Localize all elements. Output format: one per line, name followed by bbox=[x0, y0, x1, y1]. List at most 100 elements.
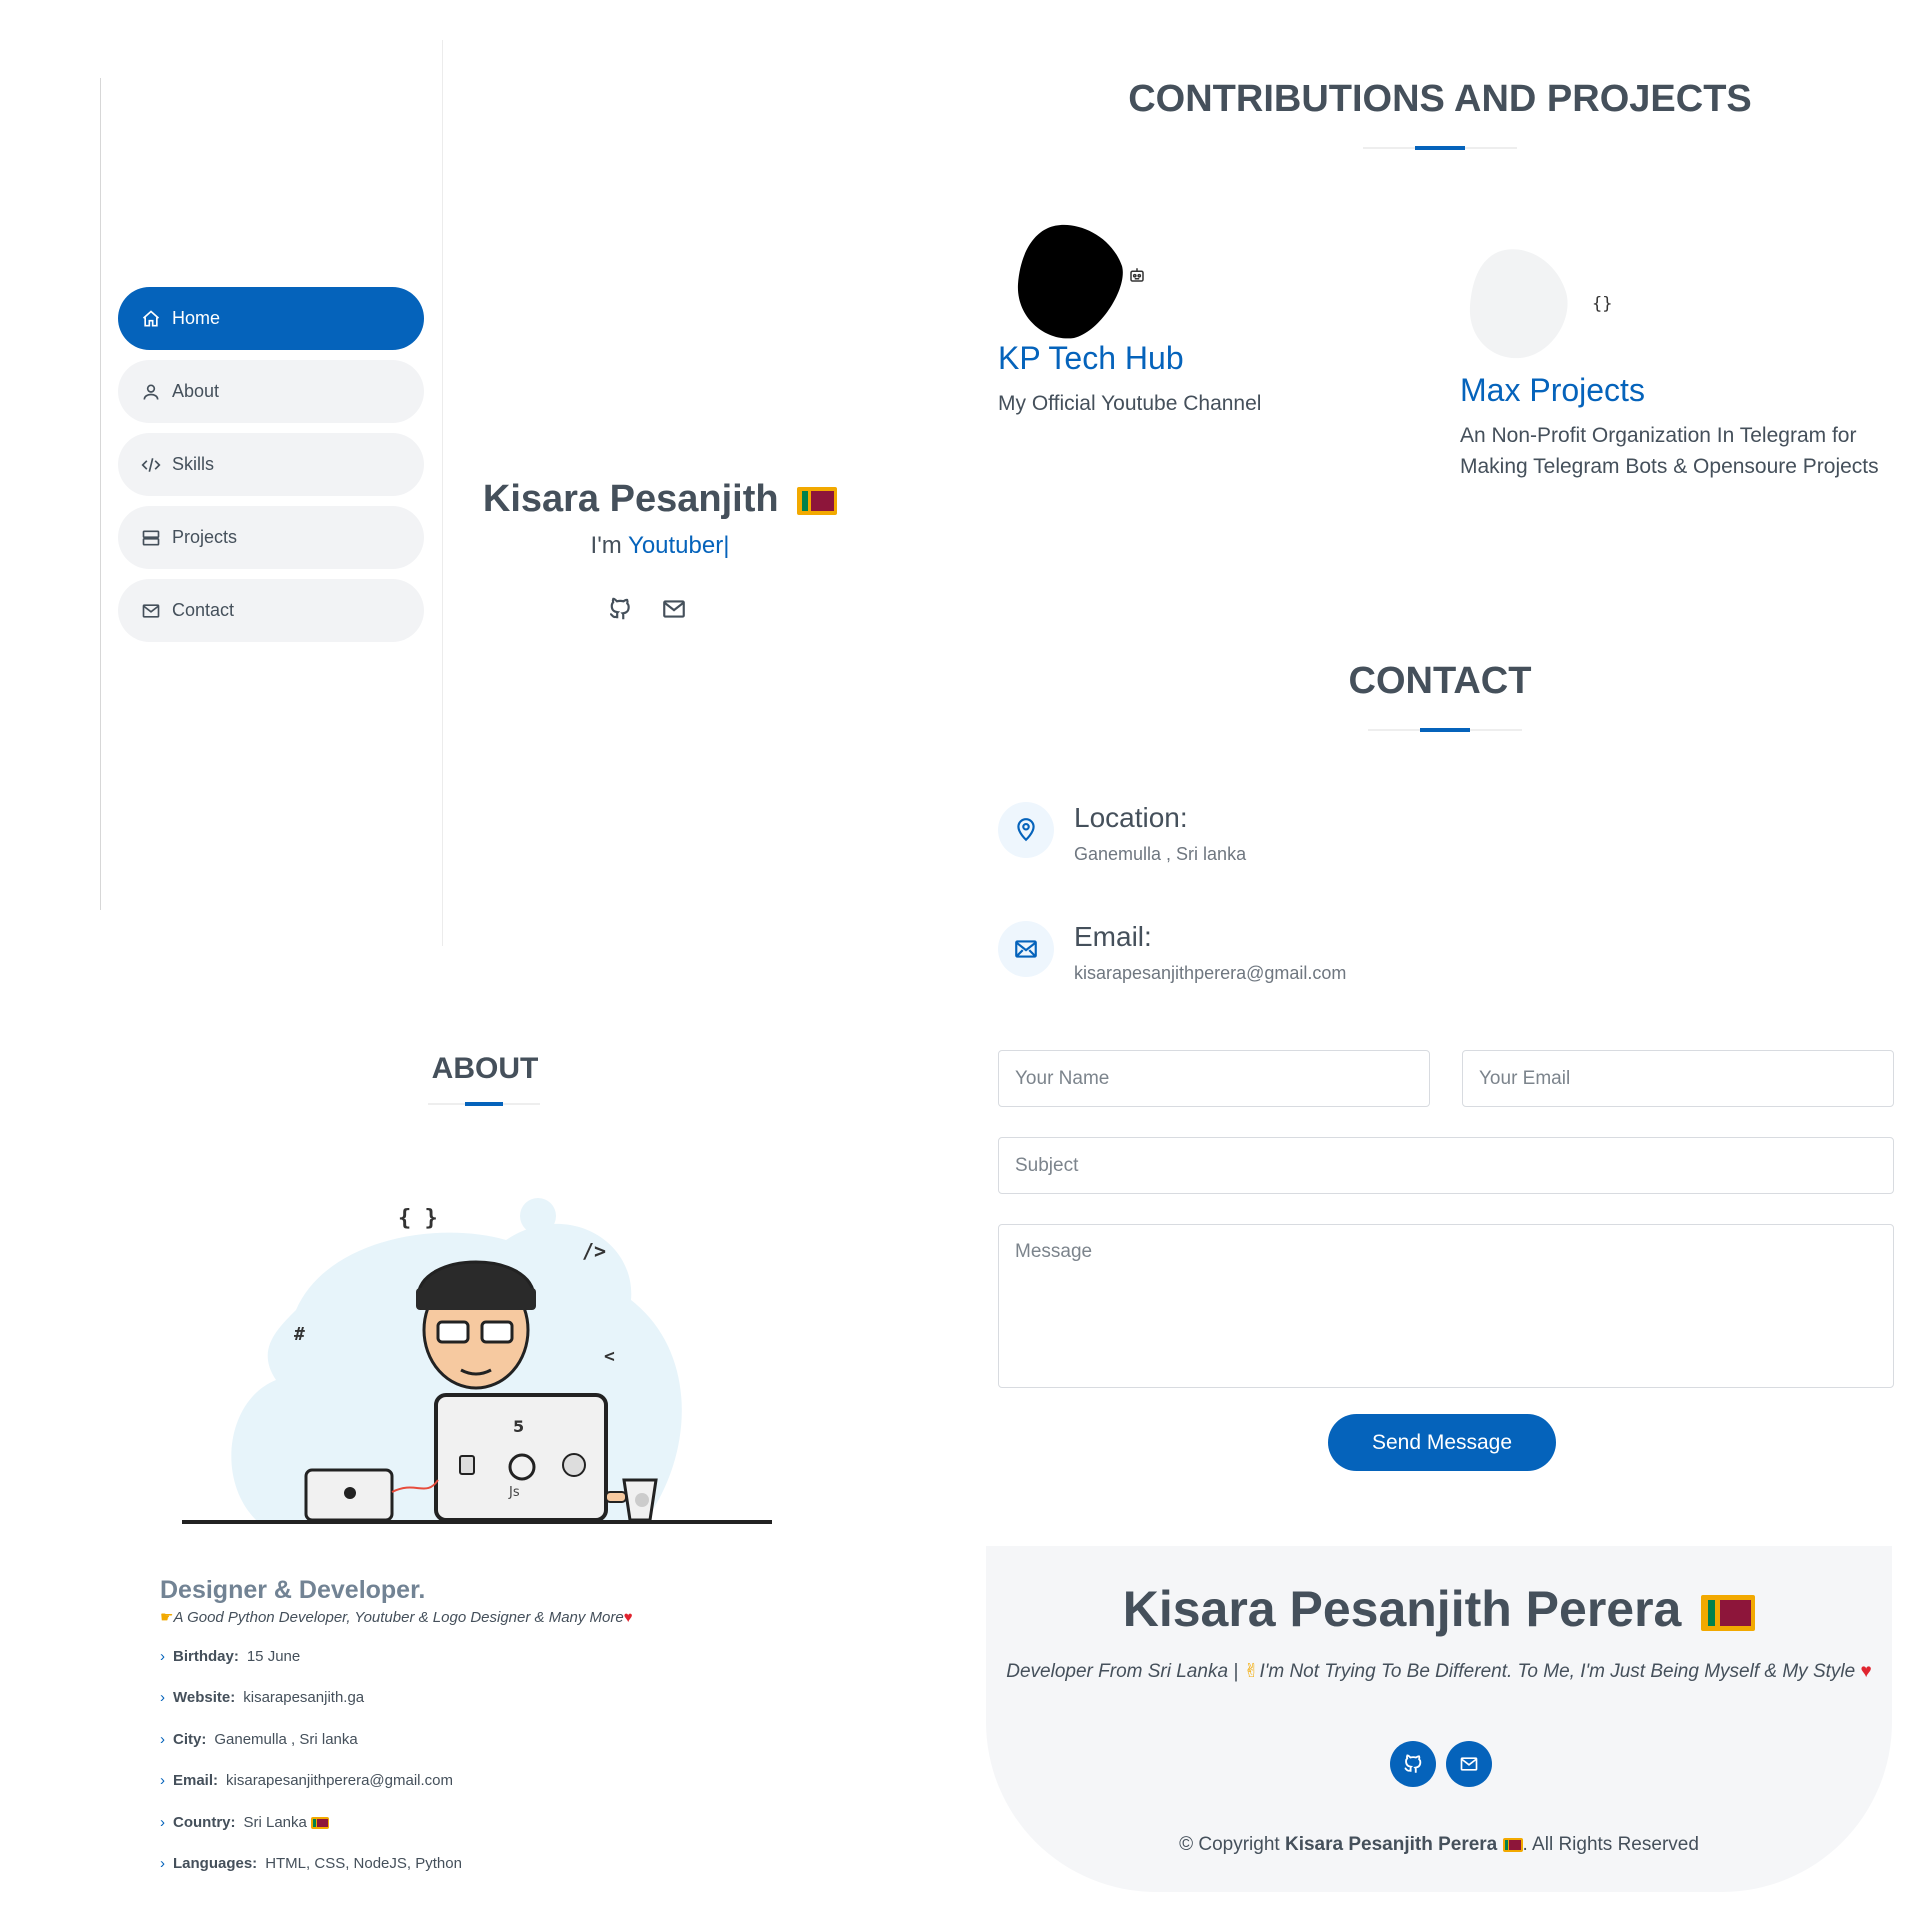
footer-quote-part1: Developer From Sri Lanka | bbox=[1006, 1661, 1239, 1682]
github-icon bbox=[1404, 1754, 1422, 1773]
sri-lanka-flag-icon bbox=[797, 486, 838, 515]
name-input[interactable] bbox=[998, 1050, 1430, 1107]
email-value: kisarapesanjithperera@gmail.com bbox=[1074, 963, 1347, 983]
location-value: Ganemulla , Sri lanka bbox=[1074, 844, 1247, 864]
envelope-icon bbox=[663, 600, 685, 618]
kp-tech-hub-logo bbox=[1010, 222, 1130, 345]
footer-quote-part2: I'm Not Trying To Be Different. To Me, I… bbox=[1259, 1661, 1856, 1682]
detail-birthday: › Birthday: 15 June bbox=[160, 1648, 300, 1665]
chevron-right-icon: › bbox=[160, 1689, 165, 1706]
project-title-max-projects[interactable]: Max Projects bbox=[1460, 372, 1645, 409]
hero-name: Kisara Pesanjith bbox=[430, 478, 890, 521]
sri-lanka-flag-icon bbox=[311, 1817, 330, 1830]
location-icon bbox=[998, 802, 1054, 858]
nav-label: Contact bbox=[172, 600, 235, 620]
copyright: © Copyright Kisara Pesanjith Perera . Al… bbox=[986, 1834, 1892, 1856]
about-section-title: ABOUT bbox=[431, 1052, 539, 1085]
projects-title-underline bbox=[1363, 146, 1517, 150]
github-link[interactable] bbox=[607, 596, 633, 622]
about-heading: Designer & Developer. bbox=[160, 1576, 426, 1604]
victory-hand-icon: ✌ bbox=[1243, 1661, 1260, 1682]
envelope-icon bbox=[1460, 1757, 1478, 1771]
detail-value: 15 June bbox=[246, 1648, 301, 1665]
email-link[interactable] bbox=[661, 596, 687, 622]
detail-website: › Website: kisarapesanjith.ga bbox=[160, 1689, 364, 1706]
pointing-hand-icon: ☛ bbox=[160, 1609, 174, 1626]
braces-icon: {} bbox=[1592, 294, 1613, 314]
detail-value: Sri Lanka bbox=[243, 1814, 307, 1831]
hero-typed-text: Youtuber| bbox=[628, 532, 730, 559]
projects-section-title: CONTRIBUTIONS AND PROJECTS bbox=[1128, 78, 1752, 120]
nav-label: Projects bbox=[172, 527, 238, 547]
chevron-right-icon: › bbox=[160, 1814, 165, 1831]
about-tagline: ☛A Good Python Developer, Youtuber & Log… bbox=[160, 1608, 633, 1626]
detail-email: › Email: kisarapesanjithperera@gmail.com bbox=[160, 1772, 453, 1789]
subject-input[interactable] bbox=[998, 1137, 1894, 1194]
email-input[interactable] bbox=[1462, 1050, 1894, 1107]
detail-label: Country: bbox=[173, 1814, 236, 1831]
hero-name-text: Kisara Pesanjith bbox=[482, 478, 779, 520]
detail-label: Email: bbox=[173, 1772, 219, 1789]
footer-name-text: Kisara Pesanjith Perera bbox=[1122, 1581, 1682, 1637]
sidebar-left-line bbox=[100, 78, 101, 910]
detail-label: City: bbox=[173, 1731, 207, 1748]
detail-country: › Country: Sri Lanka bbox=[160, 1814, 330, 1831]
nav-item-home[interactable]: Home bbox=[118, 287, 424, 350]
footer-github-button[interactable] bbox=[1390, 1741, 1436, 1787]
slash-glyph: /> bbox=[582, 1239, 606, 1263]
nav-item-contact[interactable]: Contact bbox=[118, 579, 424, 642]
location-label: Location: bbox=[1074, 802, 1188, 833]
detail-label: Birthday: bbox=[173, 1648, 239, 1665]
detail-label: Website: bbox=[173, 1689, 236, 1706]
contact-title-underline bbox=[1368, 728, 1522, 732]
nav-label: Home bbox=[172, 308, 221, 328]
contact-section-title: CONTACT bbox=[1348, 660, 1532, 702]
message-input[interactable] bbox=[998, 1224, 1894, 1388]
nav-label: Skills bbox=[172, 454, 215, 474]
detail-label: Languages: bbox=[173, 1855, 258, 1872]
detail-value: kisarapesanjithperera@gmail.com bbox=[226, 1772, 454, 1789]
detail-value: HTML, CSS, NodeJS, Python bbox=[265, 1855, 462, 1872]
envelope-icon bbox=[140, 600, 162, 622]
detail-languages: › Languages: HTML, CSS, NodeJS, Python bbox=[160, 1855, 462, 1872]
copyright-name: Kisara Pesanjith Perera bbox=[1284, 1834, 1498, 1855]
braces-glyph: { } bbox=[398, 1206, 438, 1231]
chevron-glyph: < bbox=[604, 1346, 615, 1367]
nav-item-skills[interactable]: Skills bbox=[118, 433, 424, 496]
html5-glyph: 5 bbox=[513, 1417, 524, 1436]
nav-item-about[interactable]: About bbox=[118, 360, 424, 423]
server-icon bbox=[140, 527, 162, 549]
project-title-kp-tech-hub[interactable]: KP Tech Hub bbox=[998, 340, 1184, 377]
footer-quote: Developer From Sri Lanka | ✌I'm Not Tryi… bbox=[986, 1660, 1892, 1683]
footer-email-button[interactable] bbox=[1446, 1741, 1492, 1787]
chevron-right-icon: › bbox=[160, 1731, 165, 1748]
sri-lanka-flag-icon bbox=[1502, 1837, 1523, 1852]
chevron-right-icon: › bbox=[160, 1772, 165, 1789]
project-desc-kp-tech-hub: My Official Youtube Channel bbox=[998, 392, 1262, 415]
github-icon bbox=[609, 597, 630, 620]
footer-name: Kisara Pesanjith Perera bbox=[986, 1580, 1892, 1638]
copyright-prefix: © Copyright bbox=[1179, 1834, 1280, 1855]
sri-lanka-flag-icon bbox=[1701, 1594, 1756, 1631]
chevron-right-icon: › bbox=[160, 1855, 165, 1872]
robot-icon bbox=[1128, 266, 1146, 289]
nav-label: About bbox=[172, 381, 220, 401]
nav-item-projects[interactable]: Projects bbox=[118, 506, 424, 569]
about-title-underline bbox=[428, 1102, 540, 1106]
hero-subtitle: I'm Youtuber| bbox=[430, 532, 890, 560]
heart-icon: ♥ bbox=[623, 1609, 633, 1626]
project-desc-max-projects: An Non-Profit Organization In Telegram f… bbox=[1460, 424, 1879, 478]
hash-glyph: # bbox=[294, 1324, 305, 1345]
heart-icon: ♥ bbox=[1860, 1661, 1872, 1682]
about-tagline-text: A Good Python Developer, Youtuber & Logo… bbox=[173, 1609, 624, 1626]
max-projects-logo bbox=[1464, 246, 1576, 365]
user-icon bbox=[140, 381, 162, 403]
js-glyph: Js bbox=[508, 1485, 520, 1500]
chevron-right-icon: › bbox=[160, 1648, 165, 1665]
detail-value: Ganemulla , Sri lanka bbox=[214, 1731, 358, 1748]
hero-prefix: I'm bbox=[590, 532, 622, 559]
code-icon bbox=[140, 454, 162, 476]
email-label: Email: bbox=[1074, 921, 1152, 952]
send-message-button[interactable]: Send Message bbox=[1328, 1414, 1556, 1471]
home-icon bbox=[140, 308, 162, 330]
